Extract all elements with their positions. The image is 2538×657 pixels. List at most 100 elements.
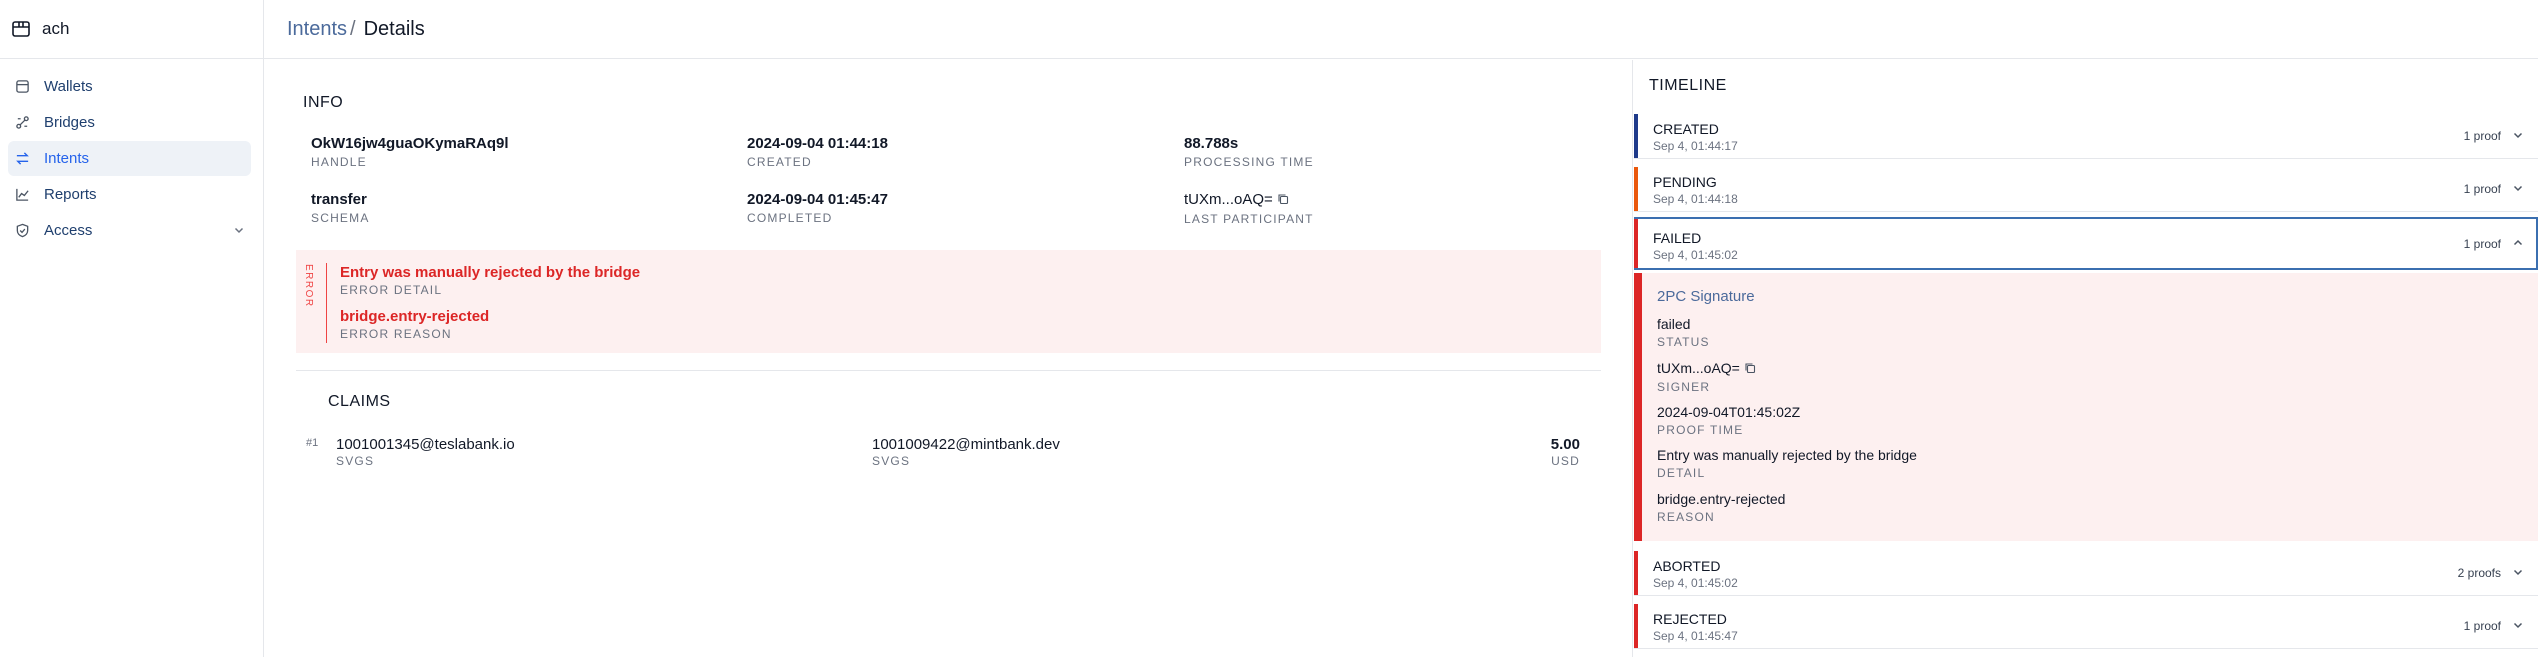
- app-name: ach: [42, 19, 70, 38]
- claims-title: CLAIMS: [328, 393, 391, 410]
- sidebar-item-wallets[interactable]: Wallets: [8, 69, 251, 104]
- timeline-time: Sep 4, 01:45:02: [1653, 248, 1738, 262]
- sidebar-item-label: Intents: [44, 150, 90, 167]
- proof-detail-field: Entry was manually rejected by the bridg…: [1657, 447, 1917, 480]
- sidebar-item-label: Reports: [44, 186, 97, 203]
- handle-value: OkW16jw4guaOKymaRAq9l: [311, 135, 509, 152]
- copy-icon[interactable]: [1744, 361, 1756, 377]
- sidebar-item-access[interactable]: Access: [8, 213, 251, 248]
- chevron-down-icon[interactable]: [2512, 565, 2524, 583]
- schema-value: transfer: [311, 191, 367, 208]
- shield-check-icon: [14, 223, 30, 239]
- timeline-time: Sep 4, 01:44:17: [1653, 139, 1738, 153]
- chevron-down-icon[interactable]: [2512, 181, 2524, 199]
- chevron-down-icon[interactable]: [2512, 128, 2524, 146]
- claim-source-label: SVGS: [336, 454, 375, 468]
- error-detail-value: Entry was manually rejected by the bridg…: [340, 264, 641, 281]
- error-detail-label: ERROR DETAIL: [340, 283, 443, 297]
- proof-signer-text: tUXm...oAQ=: [1657, 360, 1740, 376]
- proof-status-value: failed: [1657, 316, 1691, 332]
- claim-index: #1: [306, 437, 319, 449]
- proof-detail-value: Entry was manually rejected by the bridg…: [1657, 447, 1917, 463]
- claim-amount-value: 5.00: [1550, 436, 1580, 453]
- timeline-item-rejected[interactable]: REJECTED Sep 4, 01:45:47 1 proof: [1634, 604, 2538, 649]
- schema-field: transfer SCHEMA: [311, 191, 370, 225]
- timeline-time: Sep 4, 01:44:18: [1653, 192, 1738, 206]
- proof-reason-field: bridge.entry-rejected REASON: [1657, 491, 1785, 524]
- sidebar-item-label: Access: [44, 222, 93, 239]
- section-divider: [296, 370, 1601, 371]
- timeline-item-created[interactable]: CREATED Sep 4, 01:44:17 1 proof: [1634, 114, 2538, 159]
- proof-detail-label: DETAIL: [1657, 466, 1706, 480]
- sidebar-item-reports[interactable]: Reports: [8, 177, 251, 212]
- proof-time-value: 2024-09-04T01:45:02Z: [1657, 404, 1801, 420]
- proof-reason-value: bridge.entry-rejected: [1657, 491, 1786, 507]
- breadcrumb-current: Details: [363, 17, 425, 40]
- detail-bar: [1634, 273, 1642, 541]
- last-participant-text: tUXm...oAQ=: [1184, 191, 1273, 208]
- wallet-icon: [14, 79, 30, 95]
- breadcrumb-parent[interactable]: Intents: [287, 18, 347, 41]
- claim-target-value: 1001009422@mintbank.dev: [872, 436, 1060, 453]
- created-value: 2024-09-04 01:44:18: [747, 135, 888, 152]
- info-title: INFO: [303, 94, 344, 111]
- proof-status-field: failed STATUS: [1657, 316, 1710, 349]
- package-icon: [10, 18, 32, 40]
- timeline-panel: TIMELINE CREATED Sep 4, 01:44:17 1 proof…: [1634, 60, 2538, 657]
- timeline-time: Sep 4, 01:45:47: [1653, 629, 1738, 643]
- proof-count: 1 proof: [2463, 129, 2501, 143]
- chart-line-icon: [14, 187, 30, 203]
- timeline-title: TIMELINE: [1649, 77, 1727, 94]
- sidebar-item-intents[interactable]: Intents: [8, 141, 251, 176]
- timeline-item-pending[interactable]: PENDING Sep 4, 01:44:18 1 proof: [1634, 167, 2538, 212]
- chevron-down-icon[interactable]: [233, 223, 245, 240]
- completed-value: 2024-09-04 01:45:47: [747, 191, 888, 208]
- last-participant-label: LAST PARTICIPANT: [1184, 211, 1314, 226]
- status-bar: [1634, 219, 1638, 268]
- error-tag: ERROR: [303, 264, 314, 308]
- timeline-item-failed[interactable]: FAILED Sep 4, 01:45:02 1 proof: [1634, 217, 2538, 270]
- claim-source-value: 1001001345@teslabank.io: [336, 436, 515, 453]
- error-box: ERROR Entry was manually rejected by the…: [296, 250, 1601, 353]
- bridge-icon: [14, 115, 30, 131]
- proof-status-label: STATUS: [1657, 335, 1710, 349]
- timeline-time: Sep 4, 01:45:02: [1653, 576, 1738, 590]
- timeline-status: ABORTED: [1653, 558, 1721, 574]
- claim-target-label: SVGS: [872, 454, 911, 468]
- completed-label: COMPLETED: [747, 211, 833, 225]
- timeline-status: PENDING: [1653, 174, 1717, 190]
- copy-icon[interactable]: [1277, 192, 1289, 209]
- proof-count: 1 proof: [2463, 619, 2501, 633]
- processing-time-value: 88.788s: [1184, 135, 1239, 152]
- sidebar-nav: Wallets Bridges Intents Reports Access: [0, 59, 263, 248]
- proof-count: 1 proof: [2463, 237, 2501, 251]
- sidebar-item-label: Wallets: [44, 78, 93, 95]
- proof-count: 2 proofs: [2457, 566, 2501, 580]
- sidebar-item-label: Bridges: [44, 114, 95, 131]
- brand[interactable]: ach: [0, 0, 263, 59]
- error-reason-label: ERROR REASON: [340, 327, 452, 341]
- proof-signer-field: tUXm...oAQ= SIGNER: [1657, 360, 1756, 394]
- proof-time-label: PROOF TIME: [1657, 423, 1744, 437]
- handle-field: OkW16jw4guaOKymaRAq9l HANDLE: [311, 135, 509, 169]
- proof-detail-panel: 2PC Signature failed STATUS tUXm...oAQ= …: [1634, 273, 2538, 541]
- proof-signer-label: SIGNER: [1657, 380, 1711, 395]
- proof-detail-title: 2PC Signature: [1657, 288, 1755, 305]
- arrows-exchange-icon: [14, 151, 30, 167]
- processing-time-field: 88.788s PROCESSING TIME: [1184, 135, 1314, 169]
- timeline-item-aborted[interactable]: ABORTED Sep 4, 01:45:02 2 proofs: [1634, 551, 2538, 596]
- timeline-status: REJECTED: [1653, 611, 1727, 627]
- chevron-down-icon[interactable]: [2512, 618, 2524, 636]
- sidebar-item-bridges[interactable]: Bridges: [8, 105, 251, 140]
- chevron-up-icon[interactable]: [2512, 236, 2524, 254]
- completed-field: 2024-09-04 01:45:47 COMPLETED: [747, 191, 888, 225]
- status-bar: [1634, 114, 1638, 158]
- claim-target-field: 1001009422@mintbank.dev SVGS: [872, 436, 1060, 468]
- proof-time-field: 2024-09-04T01:45:02Z PROOF TIME: [1657, 404, 1800, 437]
- error-rule: [326, 263, 327, 343]
- proof-reason-label: REASON: [1657, 510, 1715, 524]
- main-content: INFO OkW16jw4guaOKymaRAq9l HANDLE 2024-0…: [264, 60, 1633, 657]
- claim-amount-field: 5.00 USD: [1530, 436, 1580, 468]
- proof-count: 1 proof: [2463, 182, 2501, 196]
- proof-signer-value: tUXm...oAQ=: [1657, 360, 1756, 377]
